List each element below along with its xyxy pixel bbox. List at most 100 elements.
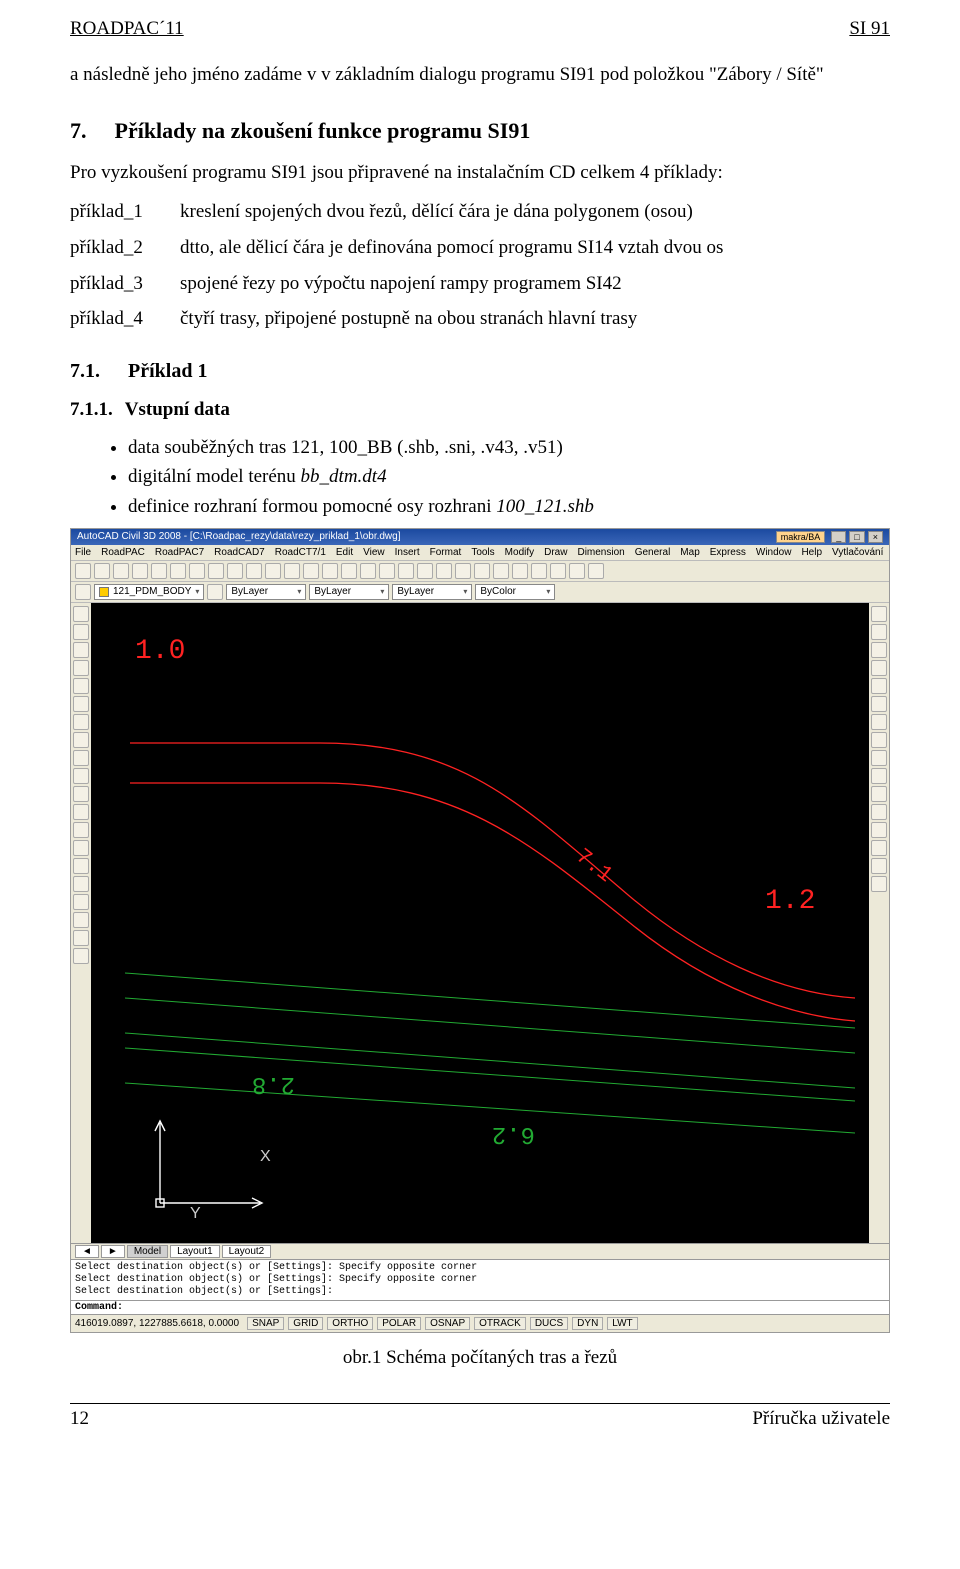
- status-toggle[interactable]: POLAR: [377, 1317, 421, 1330]
- draw-tool-icon[interactable]: [73, 822, 89, 838]
- modify-tool-icon[interactable]: [871, 840, 887, 856]
- toolbar-button[interactable]: [417, 563, 433, 579]
- toolbar-button[interactable]: [284, 563, 300, 579]
- modify-tool-icon[interactable]: [871, 732, 887, 748]
- toolbar-button[interactable]: [493, 563, 509, 579]
- menu-item[interactable]: Map: [680, 547, 699, 558]
- modify-tool-icon[interactable]: [871, 750, 887, 766]
- menu-item[interactable]: Vytlačování: [832, 547, 883, 558]
- modify-tool-icon[interactable]: [871, 642, 887, 658]
- maximize-icon[interactable]: □: [849, 531, 864, 543]
- draw-tool-icon[interactable]: [73, 912, 89, 928]
- draw-tool-icon[interactable]: [73, 660, 89, 676]
- cad-toolbar-1[interactable]: [71, 561, 889, 582]
- toolbar-button[interactable]: [94, 563, 110, 579]
- toolbar-button[interactable]: [75, 563, 91, 579]
- modify-tool-icon[interactable]: [871, 822, 887, 838]
- draw-tool-icon[interactable]: [73, 606, 89, 622]
- toolbar-button[interactable]: [265, 563, 281, 579]
- menu-item[interactable]: Window: [756, 547, 792, 558]
- lineweight-dropdown[interactable]: ByLayer: [392, 584, 472, 600]
- cad-command-input[interactable]: Command:: [71, 1300, 889, 1314]
- menu-item[interactable]: Edit: [336, 547, 353, 558]
- toolbar-button[interactable]: [588, 563, 604, 579]
- toolbar-button[interactable]: [550, 563, 566, 579]
- toolbar-button[interactable]: [303, 563, 319, 579]
- draw-tool-icon[interactable]: [73, 948, 89, 964]
- modify-tool-icon[interactable]: [871, 678, 887, 694]
- menu-item[interactable]: RoadPAC: [101, 547, 145, 558]
- menu-item[interactable]: Insert: [395, 547, 420, 558]
- draw-tool-icon[interactable]: [73, 678, 89, 694]
- status-toggle[interactable]: GRID: [288, 1317, 323, 1330]
- minimize-icon[interactable]: _: [831, 531, 846, 543]
- draw-tool-icon[interactable]: [73, 732, 89, 748]
- cad-layout-tabs[interactable]: ◄ ► Model Layout1 Layout2: [71, 1243, 889, 1259]
- modify-tool-icon[interactable]: [871, 660, 887, 676]
- status-toggle[interactable]: DYN: [572, 1317, 603, 1330]
- menu-item[interactable]: File: [75, 547, 91, 558]
- tab-layout2[interactable]: Layout2: [222, 1245, 272, 1258]
- toolbar-button[interactable]: [360, 563, 376, 579]
- toolbar-button[interactable]: [170, 563, 186, 579]
- modify-tool-icon[interactable]: [871, 786, 887, 802]
- toolbar-button[interactable]: [132, 563, 148, 579]
- menu-item[interactable]: Help: [801, 547, 822, 558]
- menu-item[interactable]: Format: [430, 547, 462, 558]
- toolbar-button[interactable]: [75, 584, 91, 600]
- plotstyle-dropdown[interactable]: ByColor: [475, 584, 555, 600]
- menu-item[interactable]: View: [363, 547, 385, 558]
- modify-tool-icon[interactable]: [871, 696, 887, 712]
- close-icon[interactable]: ×: [868, 531, 883, 543]
- toolbar-button[interactable]: [151, 563, 167, 579]
- draw-tool-icon[interactable]: [73, 894, 89, 910]
- status-toggle[interactable]: ORTHO: [327, 1317, 373, 1330]
- modify-tool-icon[interactable]: [871, 714, 887, 730]
- modify-tool-icon[interactable]: [871, 858, 887, 874]
- toolbar-button[interactable]: [474, 563, 490, 579]
- cad-left-toolbar[interactable]: [71, 603, 91, 1243]
- draw-tool-icon[interactable]: [73, 696, 89, 712]
- draw-tool-icon[interactable]: [73, 876, 89, 892]
- draw-tool-icon[interactable]: [73, 786, 89, 802]
- modify-tool-icon[interactable]: [871, 624, 887, 640]
- status-toggle[interactable]: DUCS: [530, 1317, 568, 1330]
- tab-nav-prev[interactable]: ◄: [75, 1245, 99, 1258]
- modify-tool-icon[interactable]: [871, 876, 887, 892]
- toolbar-button[interactable]: [207, 584, 223, 600]
- draw-tool-icon[interactable]: [73, 804, 89, 820]
- layer-dropdown[interactable]: 121_PDM_BODY ▾: [94, 584, 204, 600]
- menu-item[interactable]: RoadPAC7: [155, 547, 204, 558]
- toolbar-button[interactable]: [246, 563, 262, 579]
- menu-item[interactable]: Draw: [544, 547, 567, 558]
- toolbar-button[interactable]: [569, 563, 585, 579]
- toolbar-button[interactable]: [436, 563, 452, 579]
- tab-nav-next[interactable]: ►: [101, 1245, 125, 1258]
- toolbar-button[interactable]: [208, 563, 224, 579]
- toolbar-button[interactable]: [398, 563, 414, 579]
- color-dropdown[interactable]: ByLayer: [226, 584, 306, 600]
- cad-right-toolbar[interactable]: [869, 603, 889, 1243]
- toolbar-button[interactable]: [322, 563, 338, 579]
- linetype-dropdown[interactable]: ByLayer: [309, 584, 389, 600]
- modify-tool-icon[interactable]: [871, 606, 887, 622]
- toolbar-button[interactable]: [189, 563, 205, 579]
- toolbar-button[interactable]: [531, 563, 547, 579]
- status-toggle[interactable]: LWT: [607, 1317, 637, 1330]
- toolbar-button[interactable]: [455, 563, 471, 579]
- draw-tool-icon[interactable]: [73, 624, 89, 640]
- draw-tool-icon[interactable]: [73, 750, 89, 766]
- draw-tool-icon[interactable]: [73, 714, 89, 730]
- draw-tool-icon[interactable]: [73, 768, 89, 784]
- draw-tool-icon[interactable]: [73, 840, 89, 856]
- toolbar-button[interactable]: [512, 563, 528, 579]
- draw-tool-icon[interactable]: [73, 858, 89, 874]
- cad-canvas[interactable]: 1.0 7.1 1.2 2.8 6.2: [91, 603, 869, 1243]
- menu-item[interactable]: RoadCT7/1: [275, 547, 326, 558]
- status-toggle[interactable]: OSNAP: [425, 1317, 470, 1330]
- window-controls[interactable]: _ □ ×: [831, 531, 883, 543]
- cad-toolbar-2[interactable]: 121_PDM_BODY ▾ ByLayer ByLayer ByLayer B…: [71, 582, 889, 603]
- menu-item[interactable]: RoadCAD7: [214, 547, 265, 558]
- modify-tool-icon[interactable]: [871, 768, 887, 784]
- menu-item[interactable]: Tools: [471, 547, 494, 558]
